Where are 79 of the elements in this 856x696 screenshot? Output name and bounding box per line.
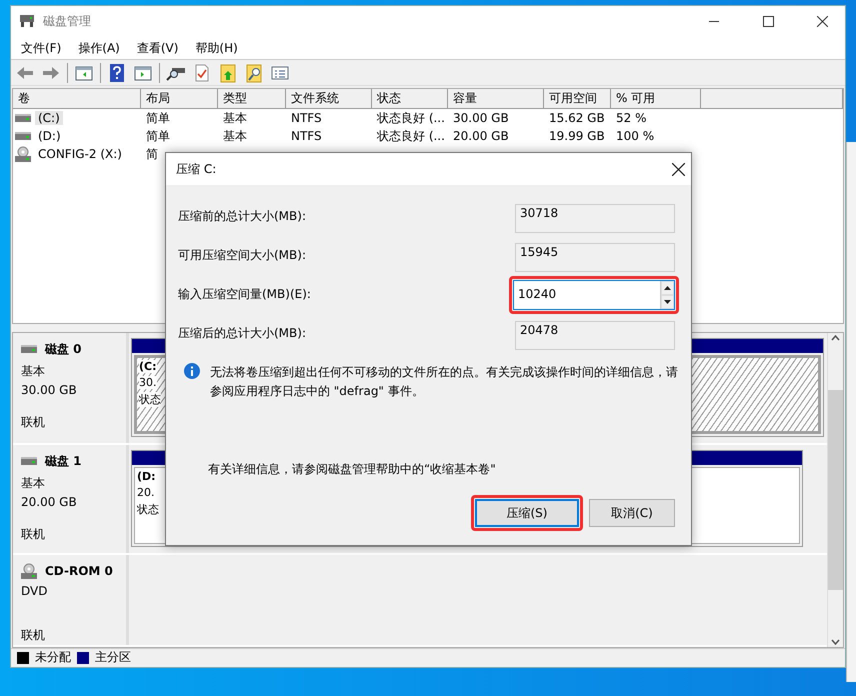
menu-item[interactable]: 操作(A) — [76, 40, 122, 56]
column-header[interactable]: 布局 — [141, 89, 218, 108]
readonly-field: 20478 — [515, 321, 675, 350]
table-cell-text: 简单 — [145, 110, 171, 127]
partition-label: (C: — [139, 360, 156, 373]
column-header[interactable]: 类型 — [218, 89, 286, 108]
cd-drive-icon — [21, 562, 37, 579]
partition-info: 30. — [139, 376, 156, 389]
table-cell-text: 基本 — [222, 110, 248, 127]
folder-up-icon[interactable] — [218, 62, 238, 83]
table-cell-text: 状态良好 (... — [376, 110, 446, 127]
disk-info: 联机 — [21, 626, 46, 644]
menu-item[interactable]: 查看(V) — [134, 40, 180, 56]
disk-management-icon — [19, 14, 35, 28]
menu-item[interactable]: 文件(F) — [19, 40, 64, 56]
info-message: 无法将卷压缩到超出任何不可移动的文件所在的点。有关完成该操作时间的详细信息，请参阅应用程序日志中的 "defrag" 事件。 — [210, 364, 679, 400]
column-header[interactable]: 卷 — [13, 89, 141, 108]
number-spin-field[interactable]: 10240 — [513, 280, 675, 310]
help-icon[interactable] — [107, 62, 127, 83]
field-label: 输入压缩空间量(MB)(E): — [178, 286, 311, 303]
readonly-field: 15945 — [515, 243, 675, 272]
disk-info: 联机 — [21, 414, 46, 431]
column-header[interactable]: 状态 — [372, 89, 448, 108]
close-icon[interactable] — [816, 16, 828, 27]
maximize-icon[interactable] — [762, 16, 774, 27]
column-header[interactable]: % 可用 — [611, 89, 701, 108]
table-cell-text: 简 — [145, 146, 159, 163]
table-cell[interactable]: CONFIG-2 (X:) — [35, 147, 125, 162]
disk-name: 磁盘 1 — [45, 452, 82, 470]
dialog-button[interactable]: 取消(C) — [589, 499, 675, 527]
partition-info: 状态 — [139, 392, 161, 407]
field-label: 可用压缩空间大小(MB): — [178, 247, 306, 264]
column-header[interactable]: 容量 — [448, 89, 544, 108]
table-cell-text: 简单 — [145, 128, 171, 145]
disk-info: 基本 — [21, 474, 46, 492]
partition-info: 状态 — [137, 502, 159, 517]
table-cell-text: 20.00 GB — [452, 129, 510, 144]
disk-info: DVD — [21, 584, 48, 598]
folder-search-icon[interactable] — [244, 62, 264, 83]
field-label: 压缩前的总计大小(MB): — [178, 208, 306, 225]
dialog-title: 压缩 C: — [176, 160, 216, 178]
table-cell[interactable]: (C:) — [35, 111, 63, 126]
info-icon — [184, 363, 200, 379]
cd-drive-icon — [15, 146, 31, 162]
disk-info: 基本 — [21, 362, 46, 380]
table-cell[interactable]: (D:) — [35, 129, 64, 144]
down-arrow-icon[interactable] — [664, 300, 671, 304]
disk-info: 20.00 GB — [21, 494, 78, 509]
disk-info: 联机 — [21, 526, 46, 543]
table-cell-text: 19.99 GB — [548, 129, 606, 144]
help-text: 有关详细信息，请参阅磁盘管理帮助中的“收缩基本卷" — [208, 461, 497, 478]
field-label: 压缩后的总计大小(MB): — [178, 325, 306, 342]
table-cell-text: 状态良好 (... — [376, 128, 446, 145]
legend-label: 主分区 — [95, 649, 131, 666]
table-cell-text: 100 % — [615, 129, 656, 144]
column-header[interactable]: 可用空间 — [544, 89, 611, 108]
table-cell-text: 52 % — [615, 111, 648, 126]
disk-info: 30.00 GB — [21, 382, 78, 397]
window-title: 磁盘管理 — [43, 12, 92, 30]
legend-label: 未分配 — [35, 649, 71, 666]
close-icon[interactable] — [672, 162, 685, 176]
table-cell-text: NTFS — [290, 111, 323, 126]
table-cell-text: NTFS — [290, 129, 323, 144]
dialog-button[interactable]: 压缩(S) — [475, 499, 579, 527]
disk-name: CD-ROM 0 — [45, 564, 113, 578]
table-cell-text: 基本 — [222, 128, 248, 145]
readonly-field: 30718 — [515, 204, 675, 233]
partition-label: (D: — [137, 470, 156, 483]
minimize-icon[interactable] — [709, 20, 719, 22]
up-arrow-icon[interactable] — [664, 286, 671, 290]
table-cell-text: 30.00 GB — [452, 111, 510, 126]
column-header[interactable]: 文件系统 — [286, 89, 372, 108]
menu-item[interactable]: 帮助(H) — [193, 40, 240, 56]
disk-name: 磁盘 0 — [45, 340, 82, 358]
scroll-down-icon[interactable] — [831, 638, 840, 645]
scroll-up-icon[interactable] — [831, 334, 840, 341]
scrollbar[interactable] — [827, 332, 843, 647]
table-cell-text: 15.62 GB — [548, 111, 606, 126]
partition-info: 20. — [137, 486, 154, 499]
